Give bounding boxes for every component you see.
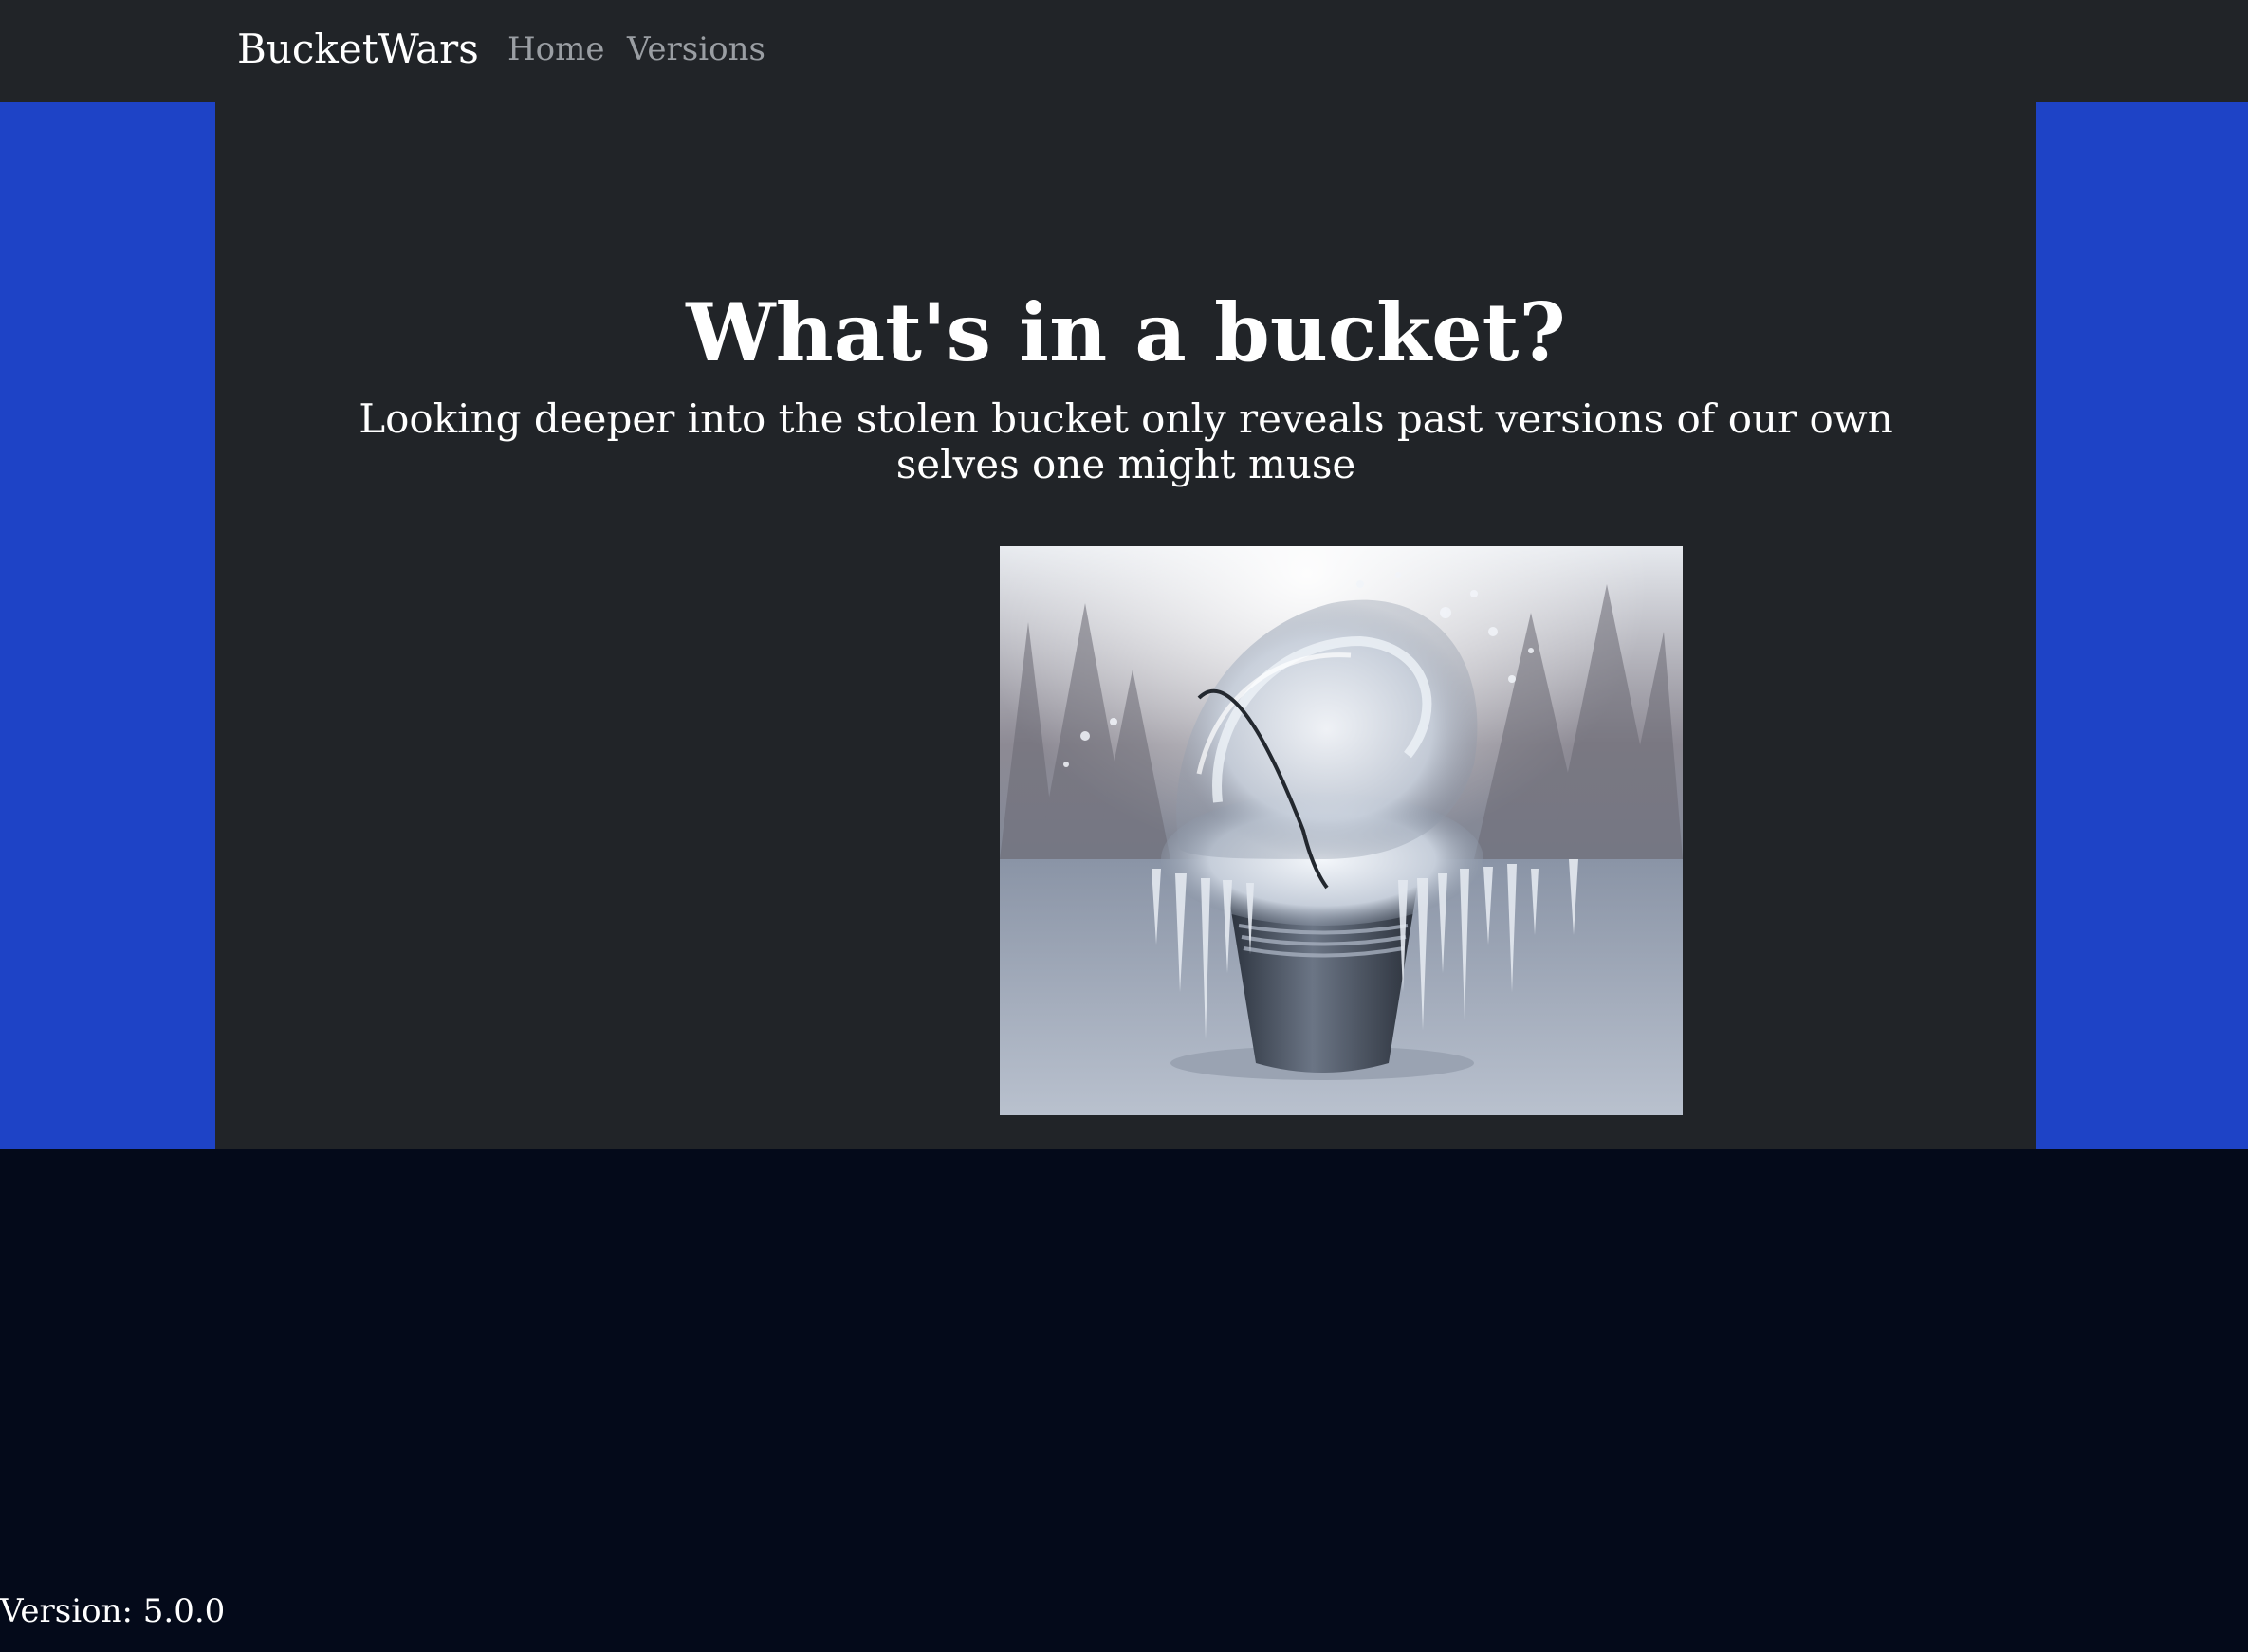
navbar: BucketWars Home Versions — [0, 0, 2248, 102]
version-label: Version: 5.0.0 — [0, 1592, 226, 1630]
frozen-bucket-image — [1000, 546, 1683, 1115]
nav-link-home[interactable]: Home — [507, 25, 604, 74]
page-title: What's in a bucket? — [686, 285, 1566, 379]
page-subtitle: Looking deeper into the stolen bucket on… — [359, 395, 1893, 487]
brand-link[interactable]: BucketWars — [237, 21, 479, 78]
hero-container: What's in a bucket? Looking deeper into … — [215, 102, 2036, 1149]
nav-link-versions[interactable]: Versions — [627, 25, 765, 74]
